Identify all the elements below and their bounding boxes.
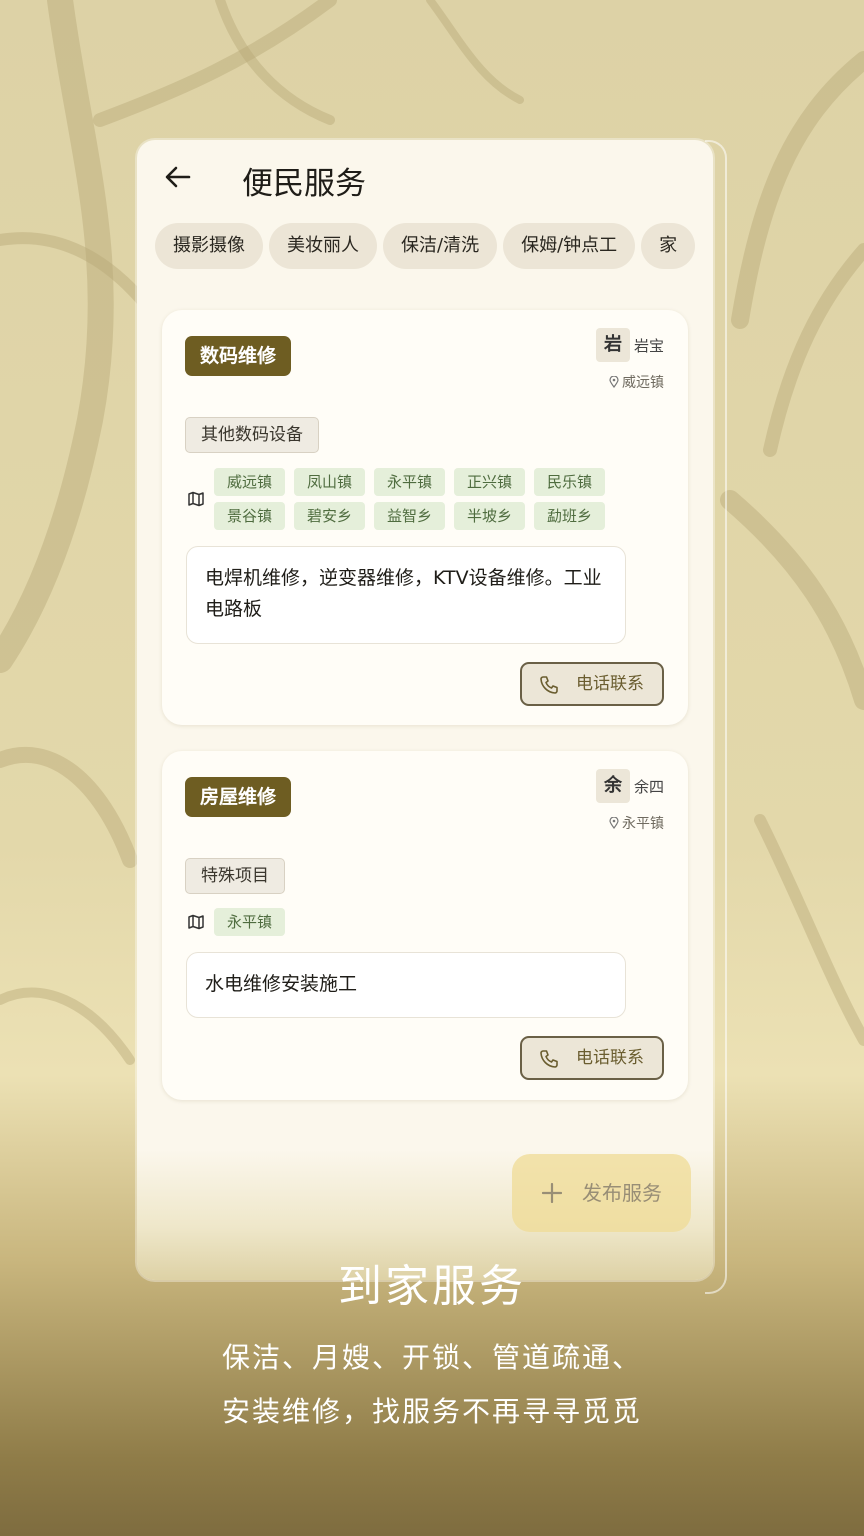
author-location-text: 永平镇 bbox=[622, 816, 664, 832]
author-info: 余余四 永平镇 bbox=[595, 769, 664, 833]
service-description: 电焊机维修，逆变器维修，KTV设备维修。工业电路板 bbox=[186, 546, 626, 644]
promo-title: 到家服务 bbox=[338, 1261, 526, 1312]
service-card[interactable]: 数码维修 岩岩宝 威远镇 其他数码设备 威远镇 凤山镇 永平镇 正兴镇 民乐镇景谷镇 碧安… bbox=[162, 310, 688, 725]
call-button-label: 电话联系 bbox=[576, 1048, 644, 1068]
tab-beauty[interactable]: 美妆丽人 bbox=[269, 223, 377, 269]
map-icon bbox=[188, 491, 204, 507]
region-tag: 威远镇 bbox=[214, 468, 285, 496]
subcategory-tag: 特殊项目 bbox=[185, 858, 285, 894]
call-button[interactable]: 电话联系 bbox=[520, 662, 664, 706]
region-tag: 半坡乡 bbox=[454, 502, 525, 530]
region-tag: 正兴镇 bbox=[454, 468, 525, 496]
plus-icon bbox=[542, 1183, 562, 1203]
region-tag: 民乐镇 bbox=[534, 468, 605, 496]
service-description: 水电维修安装施工 bbox=[186, 952, 626, 1018]
back-arrow-icon[interactable] bbox=[163, 162, 193, 192]
service-regions: 永平镇 bbox=[214, 908, 634, 942]
region-tag: 勐班乡 bbox=[534, 502, 605, 530]
location-pin-icon bbox=[609, 376, 619, 388]
location-pin-icon bbox=[609, 817, 619, 829]
service-regions: 威远镇 凤山镇 永平镇 正兴镇 民乐镇景谷镇 碧安乡 益智乡 半坡乡 勐班乡 bbox=[214, 468, 634, 536]
map-icon bbox=[188, 914, 204, 930]
category-tabs[interactable]: 摄影摄像 美妆丽人 保洁/清洗 保姆/钟点工家 bbox=[155, 223, 697, 269]
tab-home[interactable]: 家 bbox=[641, 223, 696, 269]
author-location: 永平镇 bbox=[596, 813, 664, 833]
avatar: 余 bbox=[595, 769, 630, 803]
page-title: 便民服务 bbox=[242, 166, 366, 202]
author-name: 岩宝 bbox=[633, 336, 664, 355]
tab-cleaning[interactable]: 保洁/清洗 bbox=[383, 223, 498, 269]
subcategory-tag: 其他数码设备 bbox=[185, 417, 319, 453]
phone-screen: 便民服务 摄影摄像 美妆丽人 保洁/清洗 保姆/钟点工家 数码维修 岩岩宝 威远镇 其… bbox=[137, 140, 713, 1280]
author-name: 余四 bbox=[633, 777, 664, 796]
author-location-text: 威远镇 bbox=[622, 375, 664, 391]
category-badge: 房屋维修 bbox=[185, 777, 292, 817]
avatar: 岩 bbox=[595, 328, 630, 362]
author-info: 岩岩宝 威远镇 bbox=[595, 328, 664, 392]
region-tag: 益智乡 bbox=[374, 502, 445, 530]
publish-service-label: 发布服务 bbox=[582, 1181, 662, 1205]
publish-service-button[interactable]: 发布服务 bbox=[512, 1154, 691, 1232]
phone-icon bbox=[540, 1050, 558, 1068]
region-tag: 凤山镇 bbox=[294, 468, 365, 496]
promo-subtitle-line-1: 保洁、月嫂、开锁、管道疏通、 bbox=[221, 1341, 642, 1374]
region-tag: 碧安乡 bbox=[294, 502, 365, 530]
call-button[interactable]: 电话联系 bbox=[520, 1036, 664, 1080]
phone-icon bbox=[540, 676, 558, 694]
call-button-label: 电话联系 bbox=[576, 674, 644, 694]
author-location: 威远镇 bbox=[596, 372, 664, 392]
promo-subtitle-line-2: 安装维修，找服务不再寻寻觅觅 bbox=[221, 1395, 642, 1428]
service-card[interactable]: 房屋维修 余余四 永平镇 特殊项目 永平镇 水电维修安装施工 电话联系 bbox=[162, 751, 688, 1100]
category-badge: 数码维修 bbox=[185, 336, 292, 376]
region-tag: 永平镇 bbox=[374, 468, 445, 496]
tab-nanny[interactable]: 保姆/钟点工 bbox=[503, 223, 636, 269]
region-tag: 景谷镇 bbox=[214, 502, 285, 530]
top-app-bar: 便民服务 bbox=[137, 140, 713, 220]
region-tag: 永平镇 bbox=[214, 908, 285, 936]
tab-photography[interactable]: 摄影摄像 bbox=[155, 223, 263, 269]
